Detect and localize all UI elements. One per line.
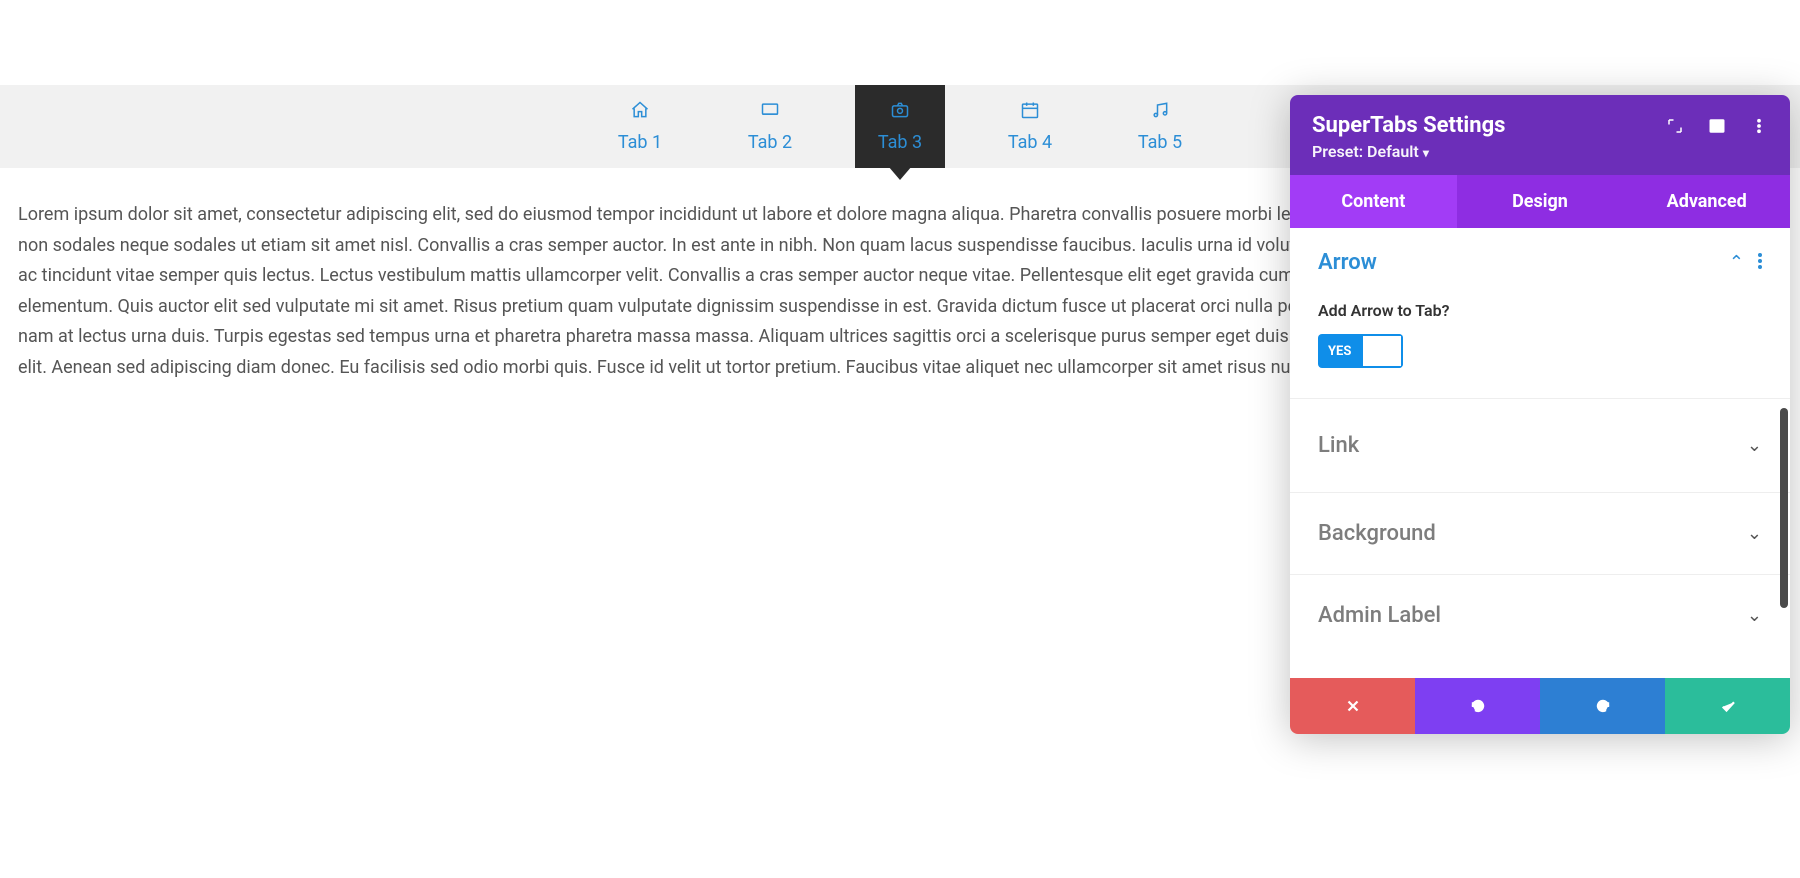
cancel-button[interactable] — [1290, 678, 1415, 734]
redo-button[interactable] — [1540, 678, 1665, 734]
scrollbar-thumb[interactable] — [1780, 408, 1788, 608]
section-admin-label: Admin Label ⌄ — [1290, 575, 1790, 656]
panel-footer — [1290, 678, 1790, 734]
toggle-knob — [1361, 334, 1403, 368]
tab-content[interactable]: Content — [1290, 175, 1457, 228]
section-background: Background ⌄ — [1290, 493, 1790, 575]
section-background-title: Background — [1318, 521, 1436, 546]
tab-label: Tab 2 — [748, 132, 792, 153]
arrow-field-label: Add Arrow to Tab? — [1318, 301, 1762, 320]
panel-tabs: Content Design Advanced — [1290, 175, 1790, 228]
tab-advanced[interactable]: Advanced — [1623, 175, 1790, 228]
chevron-down-icon: ⌄ — [1747, 435, 1762, 456]
save-button[interactable] — [1665, 678, 1790, 734]
section-arrow-header[interactable]: Arrow ⌃ — [1318, 250, 1762, 275]
more-icon[interactable] — [1750, 117, 1768, 139]
section-link-title: Link — [1318, 433, 1359, 458]
preview-tab-2[interactable]: Tab 2 — [725, 85, 815, 168]
chevron-down-icon: ⌄ — [1747, 605, 1762, 626]
section-admin-title: Admin Label — [1318, 603, 1441, 628]
preview-tab-5[interactable]: Tab 5 — [1115, 85, 1205, 168]
section-background-header[interactable]: Background ⌄ — [1318, 521, 1762, 546]
chevron-up-icon: ⌃ — [1729, 252, 1744, 273]
section-more-icon[interactable] — [1758, 253, 1762, 273]
section-arrow: Arrow ⌃ Add Arrow to Tab? YES — [1290, 228, 1790, 399]
tab-label: Tab 1 — [618, 132, 662, 153]
preset-dropdown[interactable]: Preset: Default▾ — [1312, 142, 1505, 161]
preview-tab-3[interactable]: Tab 3 — [855, 85, 945, 168]
preview-tab-1[interactable]: Tab 1 — [595, 85, 685, 168]
tab-design[interactable]: Design — [1457, 175, 1624, 228]
panel-title: SuperTabs Settings — [1312, 113, 1505, 138]
settings-panel: SuperTabs Settings Preset: Default▾ Cont… — [1290, 95, 1790, 734]
section-link: Link ⌄ — [1290, 399, 1790, 493]
panel-header: SuperTabs Settings Preset: Default▾ — [1290, 95, 1790, 175]
panel-body: Arrow ⌃ Add Arrow to Tab? YES Link ⌄ — [1290, 228, 1790, 678]
chevron-down-icon: ▾ — [1423, 146, 1429, 160]
toggle-label: YES — [1318, 344, 1361, 359]
panel-layout-icon[interactable] — [1708, 117, 1726, 139]
tab-label: Tab 4 — [1008, 132, 1052, 153]
undo-button[interactable] — [1415, 678, 1540, 734]
add-arrow-toggle[interactable]: YES — [1318, 334, 1403, 368]
section-link-header[interactable]: Link ⌄ — [1318, 433, 1762, 458]
tab-label: Tab 5 — [1138, 132, 1182, 153]
expand-icon[interactable] — [1666, 117, 1684, 139]
preview-tab-4[interactable]: Tab 4 — [985, 85, 1075, 168]
tab-label: Tab 3 — [878, 132, 922, 153]
chevron-down-icon: ⌄ — [1747, 523, 1762, 544]
section-admin-header[interactable]: Admin Label ⌄ — [1318, 603, 1762, 628]
section-arrow-title: Arrow — [1318, 250, 1377, 275]
